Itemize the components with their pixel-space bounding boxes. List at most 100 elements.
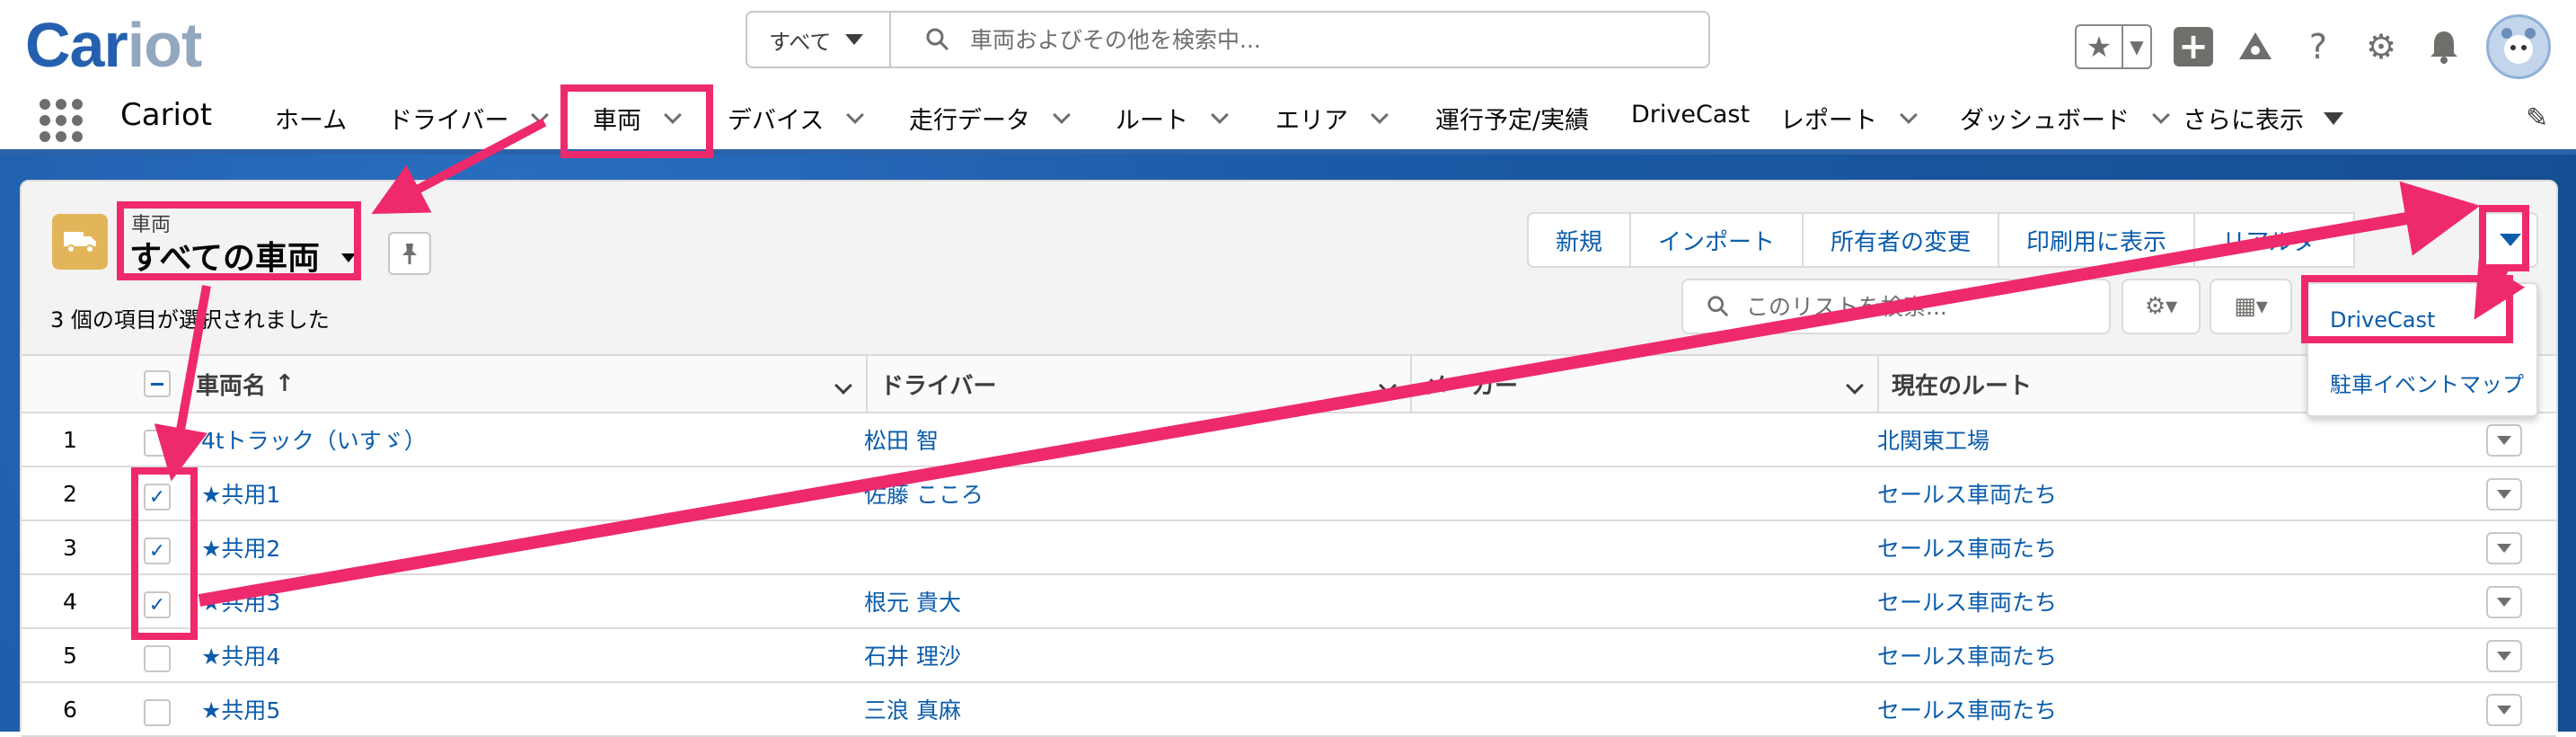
row-actions-button[interactable] (2486, 424, 2522, 457)
more-actions-button[interactable] (2483, 212, 2538, 268)
nav-item-reports[interactable]: レポート (1780, 101, 1918, 136)
app-launcher-icon[interactable] (40, 99, 83, 142)
import-button[interactable]: インポート (1631, 212, 1804, 268)
row-checkbox[interactable] (144, 699, 171, 726)
row-actions-button[interactable] (2486, 586, 2522, 618)
more-actions-menu: DriveCast 駐車イベントマップ (2307, 282, 2538, 417)
chevron-down-icon[interactable] (1211, 105, 1229, 124)
table-row[interactable]: 4 ✓ ★共用3 根元 貴大 セールス車両たち (22, 575, 2556, 629)
change-owner-button[interactable]: 所有者の変更 (1804, 212, 2000, 268)
driver-link[interactable]: 佐藤 こころ (864, 467, 984, 519)
select-all-checkbox[interactable] (144, 370, 171, 397)
chevron-down-icon[interactable] (531, 105, 550, 124)
column-header-driver[interactable]: ドライバー (868, 356, 1412, 412)
column-header-maker[interactable]: メーカー (1412, 356, 1879, 412)
row-actions-button[interactable] (2486, 694, 2522, 726)
nav-item-label: DriveCast (1631, 101, 1751, 129)
bell-icon[interactable] (2423, 26, 2465, 67)
column-label: メーカー (1425, 372, 1519, 400)
row-checkbox[interactable]: ✓ (144, 591, 171, 618)
search-scope-label: すべて (769, 29, 832, 55)
route-link[interactable]: セールス車両たち (1877, 521, 2057, 573)
nav-item-vehicles[interactable]: 車両 (593, 101, 682, 136)
chevron-down-icon[interactable] (1900, 105, 1918, 124)
caret-down-icon (2497, 544, 2511, 553)
plus-icon[interactable]: + (2174, 26, 2213, 67)
route-link[interactable]: セールス車両たち (1877, 467, 2057, 519)
nav-item-drivecast[interactable]: DriveCast (1631, 101, 1750, 129)
nav-item-label: レポート (1780, 107, 1877, 135)
chevron-down-icon[interactable] (846, 105, 865, 124)
vehicle-name-link[interactable]: ★共用5 (201, 683, 280, 735)
chevron-down-icon[interactable] (1053, 105, 1071, 124)
list-settings-button[interactable]: ⚙▾ (2122, 279, 2201, 334)
nav-item-routes[interactable]: ルート (1116, 101, 1229, 136)
vehicle-name-link[interactable]: 4tトラック（いすゞ） (201, 413, 427, 466)
nav-item-devices[interactable]: デバイス (728, 101, 865, 136)
nav-item-areas[interactable]: エリア (1275, 101, 1389, 136)
row-actions-button[interactable] (2486, 532, 2522, 564)
chevron-down-icon[interactable] (834, 377, 852, 395)
nav-item-drivers[interactable]: ドライバー (388, 101, 550, 136)
vehicle-name-link[interactable]: ★共用4 (201, 629, 280, 681)
nav-item-home[interactable]: ホーム (275, 101, 347, 136)
driver-link[interactable]: 石井 理沙 (864, 629, 961, 681)
chevron-down-icon[interactable] (1379, 377, 1397, 395)
check-icon: ✓ (148, 539, 166, 563)
pencil-icon[interactable]: ✎ (2526, 102, 2548, 134)
row-actions-button[interactable] (2486, 640, 2522, 672)
search-box[interactable] (891, 13, 1708, 67)
vehicle-name-link[interactable]: ★共用2 (201, 521, 280, 573)
route-link[interactable]: セールス車両たち (1877, 683, 2057, 735)
driver-link[interactable]: 根元 貴大 (864, 575, 961, 627)
star-icon[interactable]: ★ (2077, 26, 2123, 67)
favorites-button[interactable]: ★ ▼ (2075, 24, 2152, 69)
table-row[interactable]: 5 ★共用4 石井 理沙 セールス車両たち (22, 629, 2556, 683)
vehicle-name-link[interactable]: ★共用1 (201, 467, 280, 519)
list-search-input[interactable] (1746, 293, 2087, 320)
nav-item-more[interactable]: さらに表示 (2183, 101, 2343, 136)
nav-item-driving-data[interactable]: 走行データ (909, 101, 1071, 136)
cariot-logo[interactable]: Cariot (25, 9, 202, 81)
row-checkbox[interactable]: ✓ (144, 484, 171, 511)
realtime-button[interactable]: リアルタ (2195, 212, 2356, 268)
row-checkbox[interactable] (144, 430, 171, 457)
menu-item-parking-event-map[interactable]: 駐車イベントマップ (2330, 367, 2524, 398)
column-label: 現在のルート (1892, 372, 2033, 400)
column-header-vehicle-name[interactable]: 車両名 ↑ (183, 356, 868, 412)
favorites-dropdown-icon[interactable]: ▼ (2123, 26, 2150, 67)
display-as-button[interactable]: ▦▾ (2210, 279, 2292, 334)
chevron-down-icon[interactable] (1846, 377, 1864, 395)
driver-link[interactable]: 松田 智 (864, 413, 939, 466)
trailhead-icon[interactable] (2235, 26, 2276, 67)
vehicle-name-link[interactable]: ★共用3 (201, 575, 280, 627)
row-checkbox[interactable] (144, 645, 171, 672)
search-icon (926, 28, 949, 51)
list-view-selector[interactable]: すべての車両 (129, 232, 357, 279)
table-row[interactable]: 6 ★共用5 三浪 真麻 セールス車両たち (22, 683, 2556, 737)
help-icon[interactable]: ? (2298, 26, 2339, 67)
printable-view-button[interactable]: 印刷用に表示 (1999, 212, 2196, 268)
new-button[interactable]: 新規 (1527, 212, 1632, 268)
nav-item-schedule[interactable]: 運行予定/実績 (1435, 101, 1589, 136)
route-link[interactable]: セールス車両たち (1877, 575, 2057, 627)
gear-icon[interactable]: ⚙ (2360, 26, 2402, 67)
driver-link[interactable]: 三浪 真麻 (864, 683, 961, 735)
menu-item-drivecast[interactable]: DriveCast (2330, 307, 2435, 333)
avatar[interactable] (2486, 14, 2551, 79)
table-row[interactable]: 2 ✓ ★共用1 佐藤 こころ セールス車両たち (22, 467, 2556, 521)
table-row[interactable]: 1 4tトラック（いすゞ） 松田 智 北関東工場 (22, 413, 2556, 467)
search-scope-select[interactable]: すべて (747, 13, 891, 67)
pin-icon[interactable] (388, 232, 431, 275)
global-search-input[interactable] (970, 26, 1599, 53)
table-row[interactable]: 3 ✓ ★共用2 セールス車両たち (22, 521, 2556, 575)
nav-item-dashboards[interactable]: ダッシュボード (1960, 101, 2170, 136)
chevron-down-icon[interactable] (2152, 105, 2170, 124)
list-search[interactable] (1681, 279, 2111, 334)
chevron-down-icon[interactable] (1371, 105, 1389, 124)
row-checkbox[interactable]: ✓ (144, 537, 171, 564)
chevron-down-icon[interactable] (664, 105, 682, 124)
route-link[interactable]: セールス車両たち (1877, 629, 2057, 681)
route-link[interactable]: 北関東工場 (1877, 413, 1989, 466)
row-actions-button[interactable] (2486, 478, 2522, 511)
